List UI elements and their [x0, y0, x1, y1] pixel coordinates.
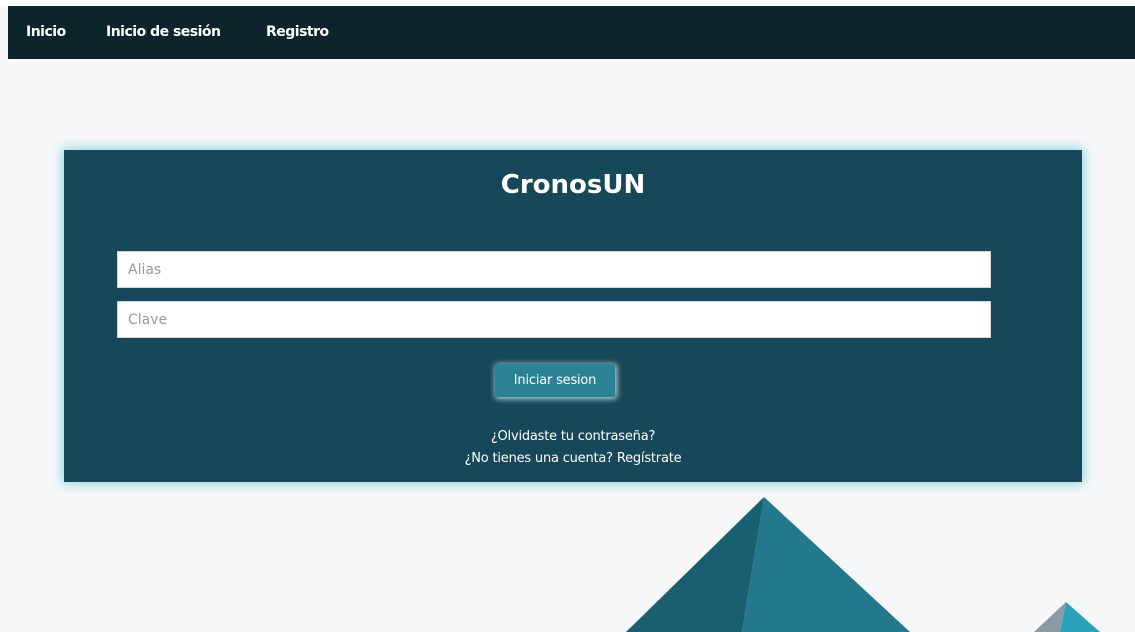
nav-link-login[interactable]: Inicio de sesión	[106, 24, 221, 40]
nav-link-home[interactable]: Inicio	[26, 24, 66, 40]
mountain-left-face	[626, 497, 764, 632]
small-mountain-left-face	[1034, 602, 1066, 632]
nav-link-register[interactable]: Registro	[266, 24, 329, 40]
password-input[interactable]	[117, 301, 991, 338]
signup-link[interactable]: ¿No tienes una cuenta? Regístrate	[64, 451, 1082, 466]
brand-title: CronosUN	[500, 170, 646, 200]
alias-input[interactable]	[117, 251, 991, 288]
forgot-password-link[interactable]: ¿Olvidaste tu contraseña?	[64, 429, 1082, 444]
mountain-right-face	[742, 497, 910, 632]
login-card: CronosUN Iniciar sesion ¿Olvidaste tu co…	[64, 150, 1082, 482]
login-button[interactable]: Iniciar sesion	[495, 364, 615, 397]
navbar: Inicio Inicio de sesión Registro	[8, 6, 1135, 59]
small-mountain-right-face	[1060, 602, 1100, 632]
